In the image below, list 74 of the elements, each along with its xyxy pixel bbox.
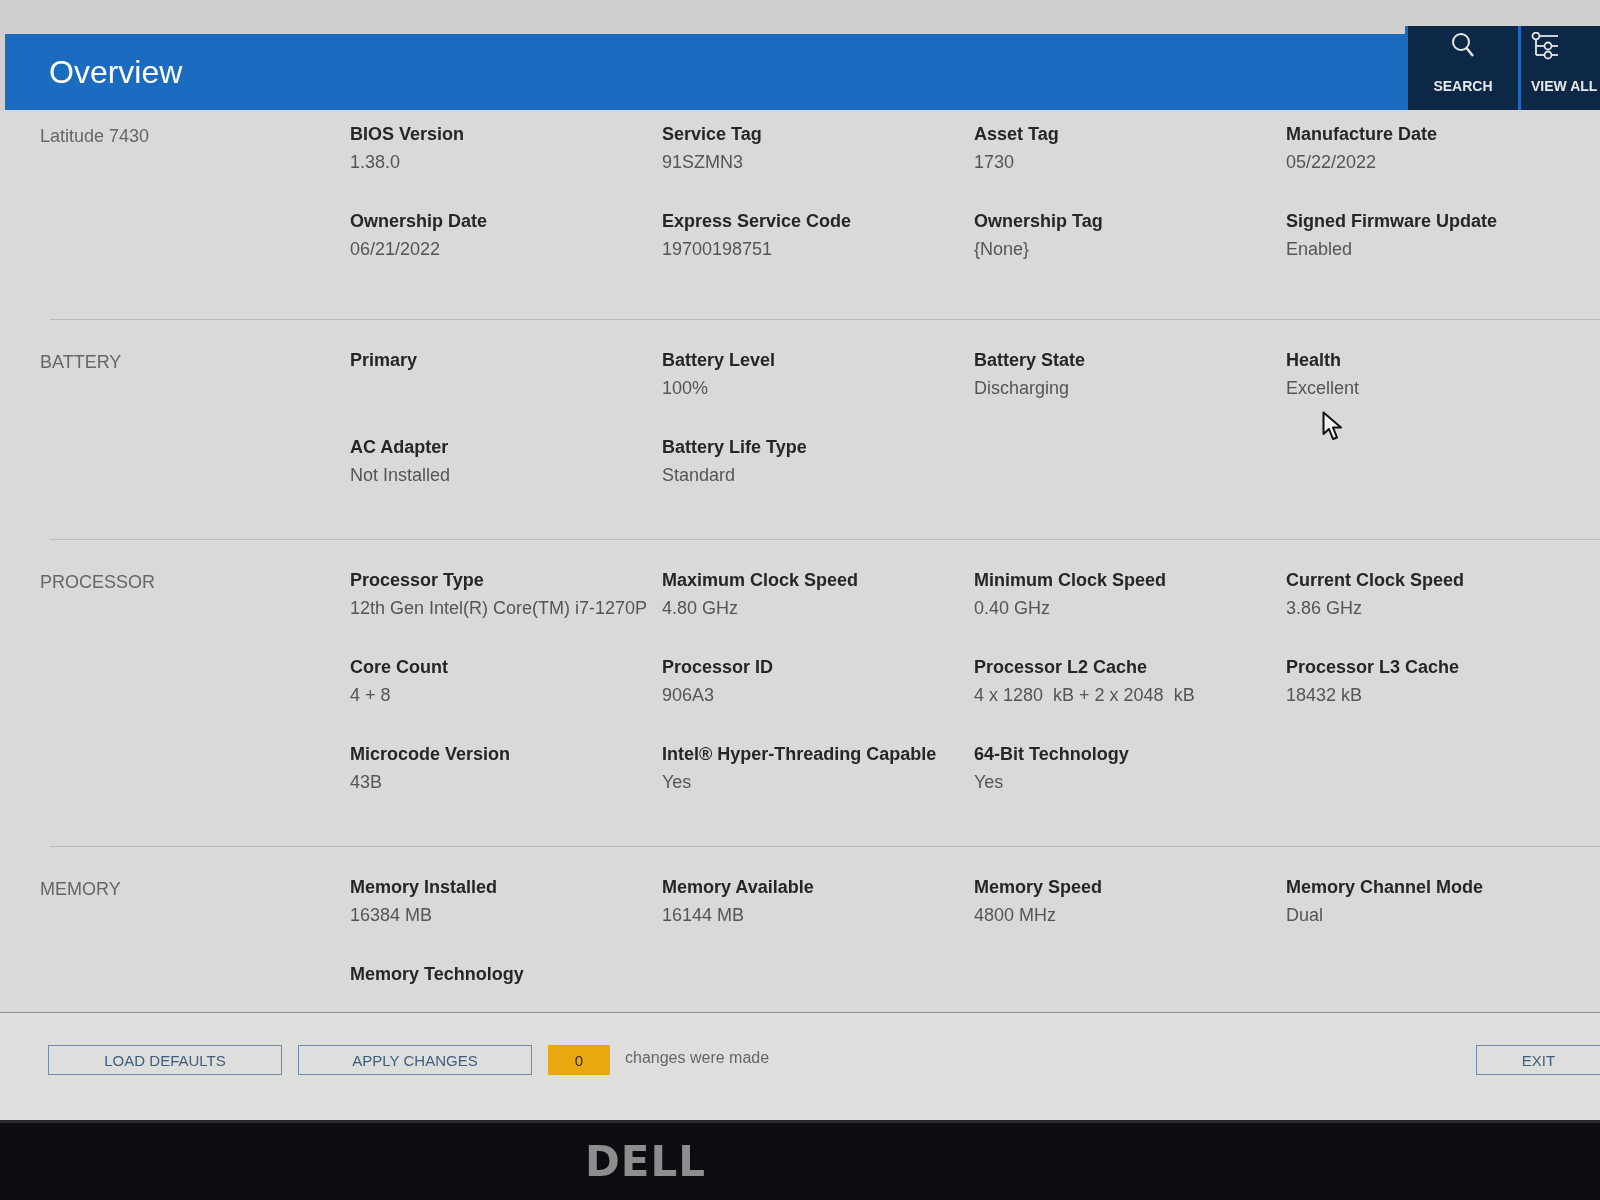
field-label: Microcode Version: [350, 743, 511, 766]
section-heading: PROCESSOR: [40, 572, 156, 593]
field-value: 4800 MHz: [974, 904, 1057, 927]
field-value: Not Installed: [350, 464, 451, 487]
field-label: Health: [1286, 349, 1341, 372]
field-label: 64-Bit Technology: [974, 743, 1129, 766]
field-label: Processor ID: [662, 656, 774, 679]
field-value: Standard: [662, 464, 736, 487]
field-value: 06/21/2022: [350, 238, 441, 261]
section-heading: MEMORY: [40, 879, 121, 900]
brand-logo: DELL: [585, 1137, 707, 1186]
field-value: 4 + 8: [350, 684, 391, 707]
field-value: 16144 MB: [662, 904, 745, 927]
field-label: Memory Speed: [974, 876, 1103, 899]
field-label: Asset Tag: [974, 123, 1059, 146]
field-label: Primary: [350, 349, 418, 372]
field-label: Battery State: [974, 349, 1086, 372]
field-value: 12th Gen Intel(R) Core(TM) i7-1270P: [350, 597, 648, 620]
field-value: 05/22/2022: [1286, 151, 1377, 174]
field-value: 3.86 GHz: [1286, 597, 1363, 620]
field-label: Memory Available: [662, 876, 814, 899]
changes-status-text: changes were made: [625, 1048, 770, 1068]
exit-button[interactable]: EXIT: [1476, 1045, 1600, 1075]
field-label: Service Tag: [662, 123, 762, 146]
field-value: Excellent: [1286, 377, 1360, 400]
field-label: Processor L2 Cache: [974, 656, 1148, 679]
field-value: 43B: [350, 771, 383, 794]
field-value: 0.40 GHz: [974, 597, 1051, 620]
field-label: AC Adapter: [350, 436, 449, 459]
field-value: 91SZMN3: [662, 151, 744, 174]
field-value: Discharging: [974, 377, 1070, 400]
field-value: {None}: [974, 238, 1030, 261]
field-label: Manufacture Date: [1286, 123, 1438, 146]
field-label: Ownership Date: [350, 210, 488, 233]
field-value: 4.80 GHz: [662, 597, 739, 620]
field-label: Core Count: [350, 656, 448, 679]
field-label: Memory Installed: [350, 876, 498, 899]
apply-changes-button[interactable]: APPLY CHANGES: [298, 1045, 532, 1075]
section-heading: Latitude 7430: [40, 126, 150, 147]
field-label: Processor Type: [350, 569, 484, 592]
field-label: Processor L3 Cache: [1286, 656, 1460, 679]
field-label: BIOS Version: [350, 123, 465, 146]
field-value: 19700198751: [662, 238, 773, 261]
field-value: Enabled: [1286, 238, 1353, 261]
load-defaults-button[interactable]: LOAD DEFAULTS: [48, 1045, 282, 1075]
field-value: 1.38.0: [350, 151, 401, 174]
field-value: Yes: [662, 771, 692, 794]
field-label: Battery Level: [662, 349, 776, 372]
field-label: Current Clock Speed: [1286, 569, 1465, 592]
field-value: 18432 kB: [1286, 684, 1363, 707]
field-label: Express Service Code: [662, 210, 852, 233]
mouse-pointer-icon: [1322, 411, 1344, 441]
field-label: Intel® Hyper-Threading Capable: [662, 743, 937, 766]
field-value: 4 x 1280 kB + 2 x 2048 kB: [974, 684, 1195, 707]
search-button[interactable]: SEARCH: [1405, 26, 1518, 110]
field-label: Memory Channel Mode: [1286, 876, 1484, 899]
field-label: Minimum Clock Speed: [974, 569, 1167, 592]
field-value: Dual: [1286, 904, 1324, 927]
field-value: 1730: [974, 151, 1015, 174]
field-label: Memory Technology: [350, 963, 524, 986]
field-value: 906A3: [662, 684, 715, 707]
field-value: 100%: [662, 377, 709, 400]
field-label: Maximum Clock Speed: [662, 569, 859, 592]
field-label: Ownership Tag: [974, 210, 1103, 233]
change-count: 0: [548, 1045, 610, 1075]
field-label: Battery Life Type: [662, 436, 807, 459]
view-all-button[interactable]: VIEW ALL: [1518, 26, 1600, 110]
field-value: Yes: [974, 771, 1004, 794]
search-icon: [1451, 32, 1475, 58]
field-label: Signed Firmware Update: [1286, 210, 1498, 233]
page-title: Overview: [49, 53, 183, 91]
section-heading: BATTERY: [40, 352, 122, 373]
tree-sliders-icon: [1531, 32, 1559, 60]
field-value: 16384 MB: [350, 904, 433, 927]
